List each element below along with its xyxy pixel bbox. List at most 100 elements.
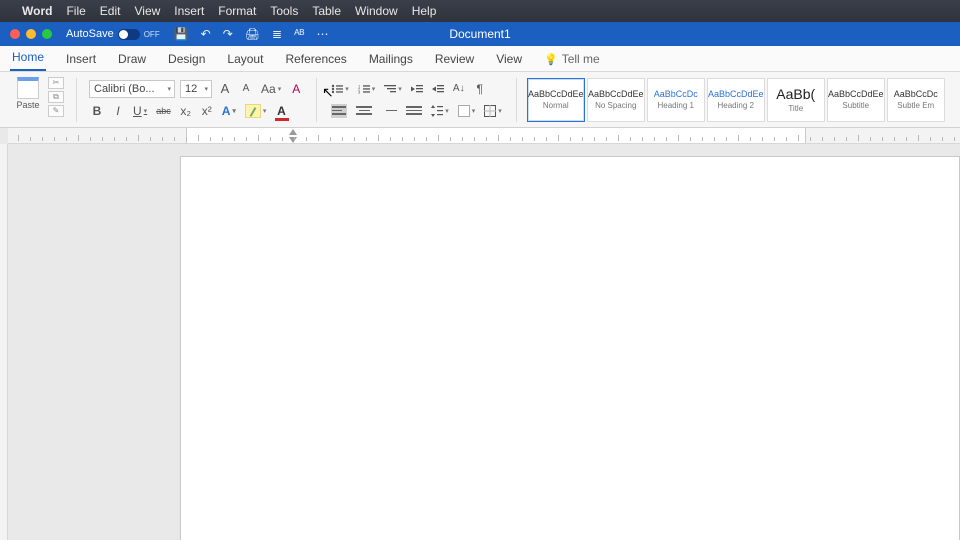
align-justify-button[interactable] — [404, 102, 424, 120]
autosave-switch[interactable] — [118, 29, 140, 40]
vertical-ruler[interactable] — [0, 144, 8, 540]
tab-home[interactable]: Home — [10, 46, 46, 71]
highlight-icon — [245, 104, 261, 118]
horizontal-ruler[interactable] — [8, 128, 960, 144]
indent-icon — [432, 84, 444, 94]
autosave-state: OFF — [144, 30, 160, 39]
change-case-button[interactable]: Aa — [259, 80, 283, 98]
paste-label: Paste — [16, 100, 39, 110]
clear-formatting-button[interactable]: A — [288, 80, 304, 98]
more-icon[interactable]: ⋯ — [317, 27, 329, 41]
align-right-button[interactable] — [379, 102, 399, 120]
cut-button[interactable]: ✂ — [48, 77, 64, 89]
show-pilcrow-button[interactable]: ¶ — [472, 80, 488, 98]
paste-button[interactable]: Paste — [12, 77, 44, 123]
layout-icon[interactable]: ≣ — [272, 27, 282, 41]
style-subtitle[interactable]: AaBbCcDdEeSubtitle — [827, 78, 885, 122]
borders-button[interactable] — [482, 102, 504, 120]
style-heading-1[interactable]: AaBbCcDcHeading 1 — [647, 78, 705, 122]
tab-review[interactable]: Review — [433, 48, 476, 71]
clipboard-group: Paste ✂ ⧉ ✎ — [6, 75, 70, 125]
close-window-button[interactable] — [10, 29, 20, 39]
line-spacing-button[interactable] — [429, 102, 451, 120]
line-spacing-icon — [431, 105, 443, 117]
minimize-window-button[interactable] — [26, 29, 36, 39]
tab-draw[interactable]: Draw — [116, 48, 148, 71]
style-label: No Spacing — [595, 101, 636, 110]
italic-button[interactable]: I — [110, 102, 126, 120]
document-page[interactable] — [180, 156, 960, 540]
bullets-icon — [331, 84, 343, 94]
align-left-button[interactable] — [329, 102, 349, 120]
style-heading-2[interactable]: AaBbCcDdEeHeading 2 — [707, 78, 765, 122]
tell-me-label: Tell me — [562, 52, 600, 66]
bullets-button[interactable] — [329, 80, 351, 98]
style-label: Title — [788, 104, 803, 113]
menu-insert[interactable]: Insert — [174, 4, 204, 18]
style-no-spacing[interactable]: AaBbCcDdEe No Spacing — [587, 78, 645, 122]
menu-table[interactable]: Table — [312, 4, 341, 18]
style-label: Subtle Em — [897, 101, 934, 110]
app-name[interactable]: Word — [22, 4, 52, 18]
tab-references[interactable]: References — [283, 48, 348, 71]
tab-insert[interactable]: Insert — [64, 48, 98, 71]
document-workspace — [0, 128, 960, 540]
strikethrough-button[interactable]: abc — [154, 102, 173, 120]
tab-layout[interactable]: Layout — [225, 48, 265, 71]
menu-edit[interactable]: Edit — [100, 4, 121, 18]
style-sample: AaBbCcDdEe — [708, 89, 764, 99]
font-color-button[interactable]: A — [273, 102, 289, 120]
text-effects-button[interactable]: A — [220, 102, 238, 120]
autosave-toggle[interactable]: AutoSave OFF — [66, 28, 160, 40]
autosave-label: AutoSave — [66, 28, 114, 40]
subscript-button[interactable]: x₂ — [178, 102, 194, 120]
menu-format[interactable]: Format — [218, 4, 256, 18]
document-title: Document1 — [449, 27, 510, 41]
style-title[interactable]: AaBb(Title — [767, 78, 825, 122]
tab-mailings[interactable]: Mailings — [367, 48, 415, 71]
underline-button[interactable]: U — [131, 102, 149, 120]
separator — [316, 78, 317, 122]
borders-icon — [484, 105, 496, 117]
style-normal[interactable]: AaBbCcDdEeNormal — [527, 78, 585, 122]
style-subtle-em[interactable]: AaBbCcDcSubtle Em — [887, 78, 945, 122]
quick-access-toolbar: 💾 ↶ ↷ 🖨 ≣ ᴬᴮ ⋯ — [174, 27, 329, 41]
decrease-indent-button[interactable] — [409, 80, 425, 98]
multilevel-list-button[interactable] — [382, 80, 404, 98]
menu-help[interactable]: Help — [412, 4, 437, 18]
superscript-button[interactable]: x² — [199, 102, 215, 120]
font-size-combo[interactable]: 12 — [180, 80, 212, 98]
font-group: Calibri (Bo... 12 A A Aa A B I U abc x₂ … — [83, 75, 310, 125]
tab-view[interactable]: View — [494, 48, 524, 71]
copy-button[interactable]: ⧉ — [48, 91, 64, 103]
tell-me-search[interactable]: 💡 Tell me — [542, 48, 602, 71]
numbering-button[interactable]: 123 — [356, 80, 378, 98]
menu-view[interactable]: View — [134, 4, 160, 18]
spellcheck-icon[interactable]: ᴬᴮ — [294, 27, 304, 41]
menu-file[interactable]: File — [66, 4, 85, 18]
menu-tools[interactable]: Tools — [270, 4, 298, 18]
style-sample: AaBbCcDdEe — [588, 89, 644, 99]
highlight-button[interactable] — [243, 102, 269, 120]
style-label: Normal — [543, 101, 569, 110]
print-icon[interactable]: 🖨 — [245, 27, 260, 41]
first-line-indent-marker[interactable] — [289, 129, 297, 135]
save-icon[interactable]: 💾 — [174, 27, 189, 41]
shading-button[interactable] — [456, 102, 478, 120]
numbering-icon: 123 — [358, 84, 370, 94]
shrink-font-button[interactable]: A — [238, 80, 254, 98]
undo-icon[interactable]: ↶ — [201, 27, 211, 41]
menu-window[interactable]: Window — [355, 4, 398, 18]
format-painter-button[interactable]: ✎ — [48, 105, 64, 117]
grow-font-button[interactable]: A — [217, 80, 233, 98]
zoom-window-button[interactable] — [42, 29, 52, 39]
hanging-indent-marker[interactable] — [289, 137, 297, 143]
align-center-button[interactable] — [354, 102, 374, 120]
paragraph-group: 123 A↓ ¶ — [323, 75, 510, 125]
sort-button[interactable]: A↓ — [451, 80, 467, 98]
tab-design[interactable]: Design — [166, 48, 207, 71]
redo-icon[interactable]: ↷ — [223, 27, 233, 41]
font-name-combo[interactable]: Calibri (Bo... — [89, 80, 175, 98]
increase-indent-button[interactable] — [430, 80, 446, 98]
bold-button[interactable]: B — [89, 102, 105, 120]
